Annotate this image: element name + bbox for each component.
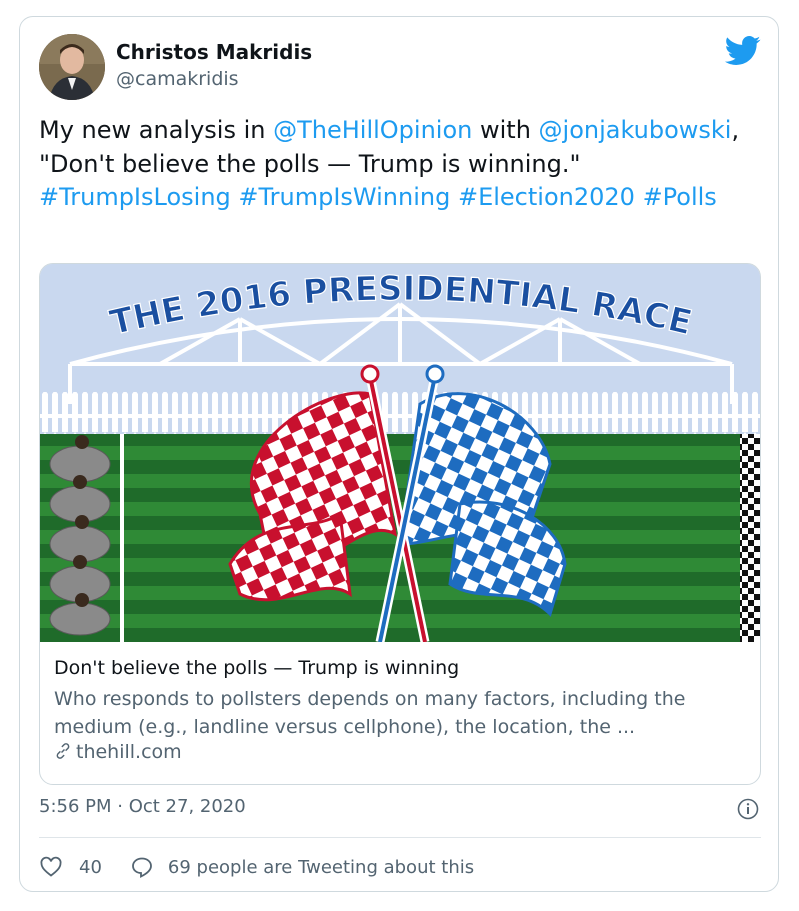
hashtag-link-election2020[interactable]: #Election2020: [458, 183, 635, 211]
engagement-bar: 40 69 people are Tweeting about this: [39, 853, 474, 881]
link-preview-domain-text[interactable]: thehill.com: [76, 741, 182, 763]
hashtag-link-polls[interactable]: #Polls: [643, 183, 717, 211]
tweet-timestamp[interactable]: 5:56 PM · Oct 27, 2020: [39, 796, 246, 817]
speech-bubble-icon[interactable]: [130, 855, 154, 879]
tweet-text: My new analysis in @TheHillOpinion with …: [39, 114, 754, 215]
mention-link-thehillopinion[interactable]: @TheHillOpinion: [273, 116, 472, 144]
twitter-bird-icon[interactable]: [725, 36, 761, 66]
heart-icon[interactable]: [39, 855, 63, 879]
link-preview-title[interactable]: Don't believe the polls — Trump is winni…: [54, 657, 459, 679]
mention-link-jonjakubowski[interactable]: @jonjakubowski: [539, 116, 732, 144]
link-preview-image[interactable]: THE 2016 PRESIDENTIAL RACE: [40, 264, 760, 642]
tweet-text-segment: [450, 183, 458, 211]
divider: [39, 837, 761, 838]
link-preview-description: Who responds to pollsters depends on man…: [54, 688, 686, 738]
like-count[interactable]: 40: [79, 857, 102, 878]
info-icon[interactable]: [737, 798, 759, 820]
tweet-text-segment: [635, 183, 643, 211]
chain-link-icon: [54, 741, 72, 763]
hashtag-link-trumpislosing[interactable]: #TrumpIsLosing: [39, 183, 231, 211]
link-preview-card[interactable]: THE 2016 PRESIDENTIAL RACE Don't believe…: [39, 263, 761, 785]
tweet-text-segment: with: [472, 116, 539, 144]
tweet-text-segment: My new analysis in: [39, 116, 274, 144]
author-handle[interactable]: @camakridis: [116, 68, 239, 90]
author-name[interactable]: Christos Makridis: [116, 40, 312, 64]
tweeting-about-label[interactable]: 69 people are Tweeting about this: [168, 857, 474, 878]
link-preview-domain[interactable]: thehill.com: [54, 741, 182, 763]
hashtag-link-trumpiswinning[interactable]: #TrumpIsWinning: [238, 183, 450, 211]
avatar[interactable]: [39, 34, 105, 100]
tweet-card[interactable]: Christos Makridis @camakridis My new ana…: [19, 16, 779, 892]
